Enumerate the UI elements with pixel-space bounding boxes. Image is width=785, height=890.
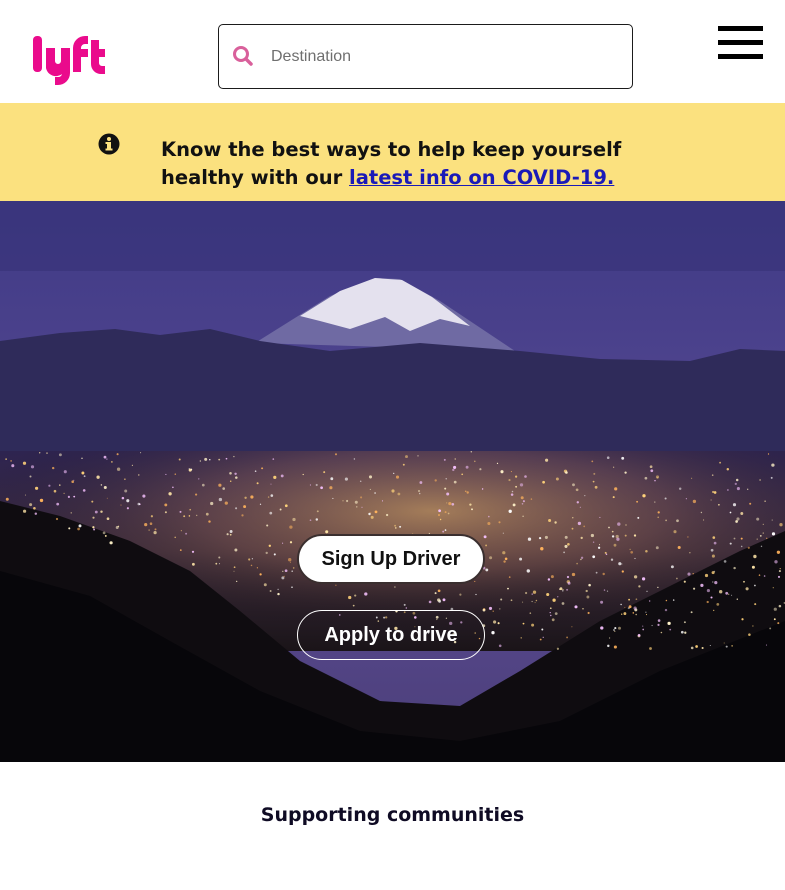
info-icon [98, 133, 120, 155]
site-header: lyft [0, 0, 785, 103]
covid-info-link[interactable]: latest info on COVID-19. [349, 166, 614, 189]
covid-banner-text: Know the best ways to help keep yourself… [161, 136, 681, 192]
hero-section: Sign Up Driver Apply to drive [0, 201, 785, 762]
search-icon [233, 46, 253, 66]
hero-background-image [0, 201, 785, 762]
destination-input[interactable] [271, 39, 611, 75]
destination-search[interactable] [218, 24, 633, 89]
sign-up-driver-button[interactable]: Sign Up Driver [297, 534, 485, 584]
section-title: Supporting communities [260, 804, 525, 826]
hamburger-menu-icon[interactable] [716, 25, 766, 61]
lyft-logo[interactable]: lyft [31, 34, 108, 90]
apply-to-drive-button[interactable]: Apply to drive [297, 610, 485, 660]
